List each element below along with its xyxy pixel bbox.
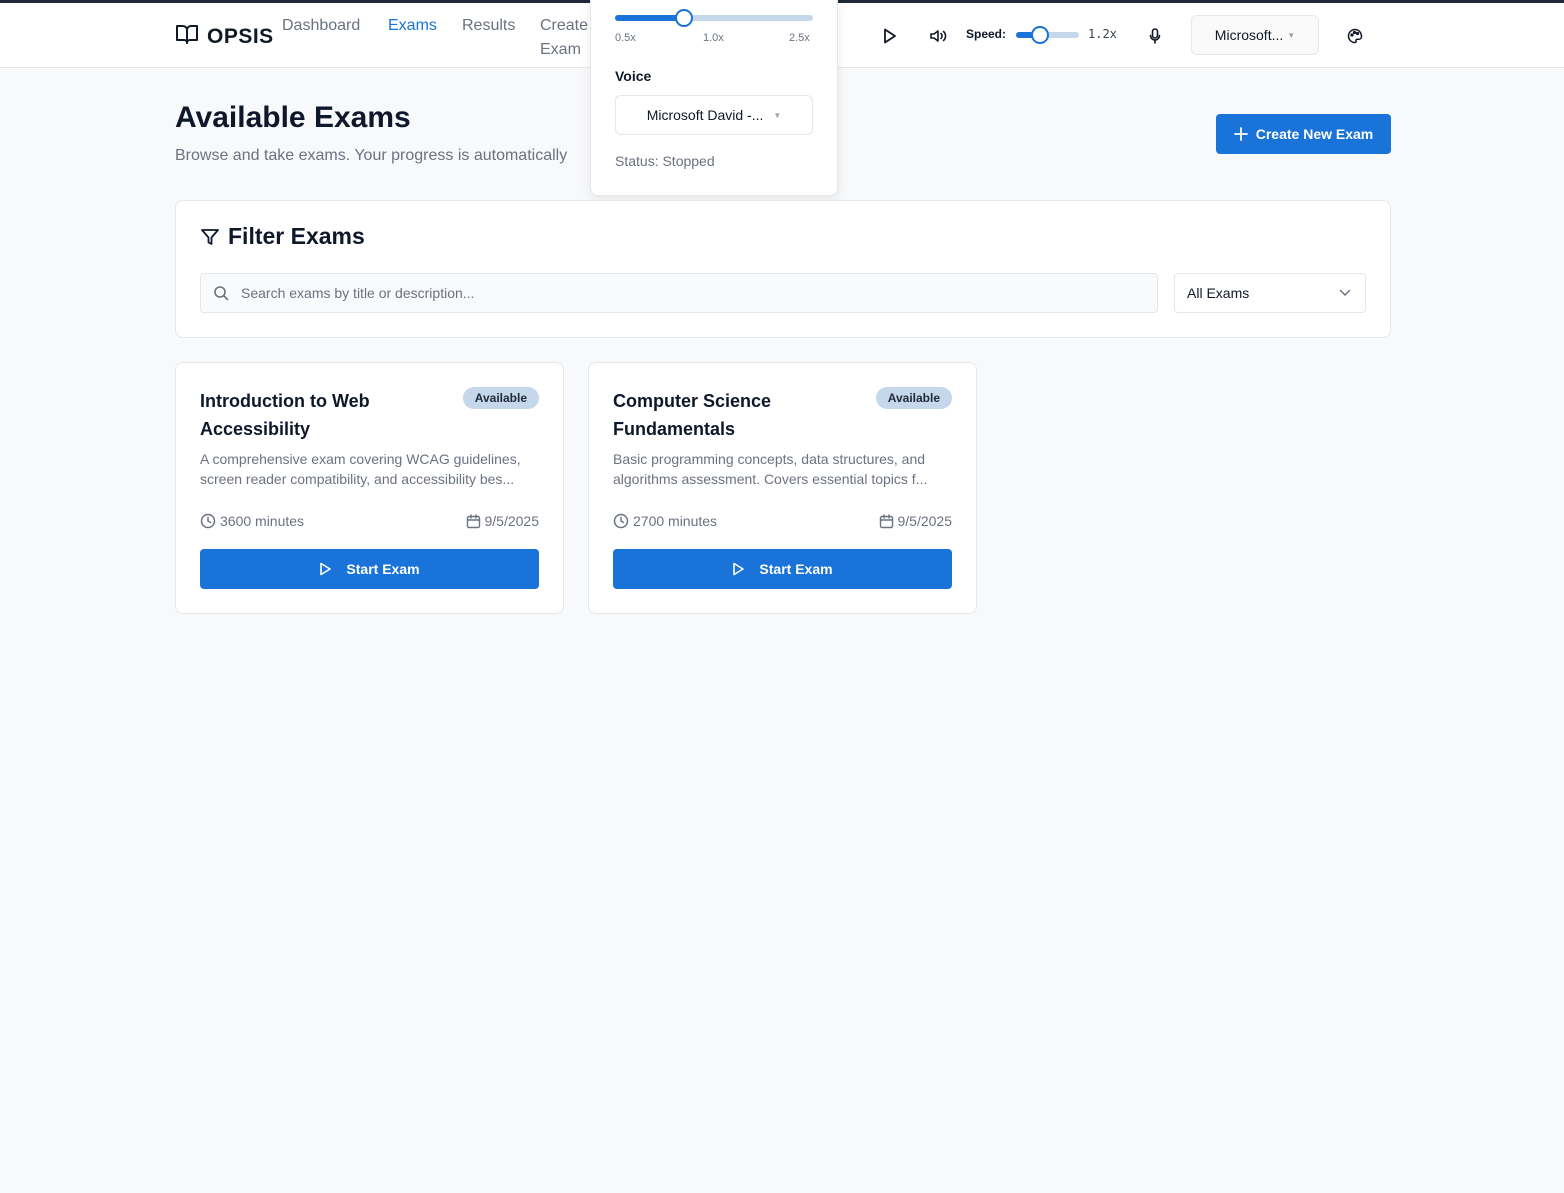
nav-results[interactable]: Results bbox=[462, 14, 515, 38]
speed-slider-thumb[interactable] bbox=[1031, 26, 1049, 44]
exam-status-select-value: All Exams bbox=[1187, 285, 1250, 301]
logo[interactable]: OPSIS bbox=[175, 23, 274, 50]
rate-tick-mid: 1.0x bbox=[703, 32, 724, 44]
search-input[interactable] bbox=[241, 285, 1121, 301]
rate-tick-min: 0.5x bbox=[615, 32, 636, 44]
filter-title-text: Filter Exams bbox=[228, 223, 365, 249]
exam-date-text: 9/5/2025 bbox=[484, 513, 540, 529]
exam-date-text: 9/5/2025 bbox=[897, 513, 953, 529]
exam-description: A comprehensive exam covering WCAG guide… bbox=[200, 451, 521, 487]
voice-select[interactable]: Microsoft David -... ▼ bbox=[615, 95, 813, 135]
volume-icon bbox=[930, 30, 947, 42]
exam-card: Introduction to Web Accessibility Availa… bbox=[175, 362, 564, 614]
voice-label: Voice bbox=[615, 68, 652, 84]
play-icon bbox=[884, 28, 896, 44]
speed-label: Speed: bbox=[966, 27, 1007, 41]
microphone-button[interactable] bbox=[1142, 23, 1168, 49]
chevron-down-icon bbox=[1339, 289, 1351, 297]
theme-button[interactable] bbox=[1342, 23, 1368, 49]
exam-date: 9/5/2025 bbox=[466, 513, 540, 529]
exam-duration-text: 3600 minutes bbox=[220, 513, 305, 529]
exam-date: 9/5/2025 bbox=[879, 513, 953, 529]
rate-slider[interactable] bbox=[615, 9, 813, 27]
clock-icon bbox=[200, 513, 216, 529]
rate-slider-fill bbox=[615, 15, 684, 21]
nav-create-exam-line2: Exam bbox=[540, 41, 581, 58]
header-voice-select-value: Microsoft... bbox=[1214, 27, 1284, 43]
search-icon bbox=[214, 286, 229, 301]
clock-icon bbox=[613, 513, 629, 529]
palette-icon bbox=[1347, 28, 1363, 44]
chevron-down-icon: ▼ bbox=[1287, 30, 1296, 40]
start-exam-button[interactable]: Start Exam bbox=[613, 549, 952, 589]
exam-title: Computer Science Fundamentals bbox=[613, 391, 772, 439]
speed-slider[interactable] bbox=[1016, 26, 1079, 44]
exam-duration: 2700 minutes bbox=[613, 513, 717, 529]
filter-title: Filter Exams bbox=[200, 223, 365, 250]
start-exam-label: Start Exam bbox=[346, 561, 420, 577]
exam-title: Introduction to Web Accessibility bbox=[200, 391, 370, 439]
nav-dashboard[interactable]: Dashboard bbox=[282, 14, 360, 38]
status-badge: Available bbox=[462, 387, 539, 409]
speech-settings-popover: 0.5x 1.0x 2.5x Voice Microsoft David -..… bbox=[590, 0, 838, 196]
book-open-icon bbox=[175, 23, 199, 50]
logo-text: OPSIS bbox=[207, 24, 274, 48]
nav-create-exam-line1: Create bbox=[540, 17, 589, 34]
exam-card: Computer Science Fundamentals Available … bbox=[588, 362, 977, 614]
header-voice-select[interactable]: Microsoft... ▼ bbox=[1191, 15, 1319, 55]
search-box[interactable] bbox=[200, 273, 1158, 313]
filter-icon bbox=[201, 228, 219, 245]
play-icon bbox=[320, 562, 332, 576]
rate-slider-thumb[interactable] bbox=[675, 9, 693, 27]
page-subtitle: Browse and take exams. Your progress is … bbox=[175, 147, 568, 164]
chevron-down-icon: ▼ bbox=[773, 110, 782, 120]
speech-status: Status: Stopped bbox=[615, 153, 715, 169]
voice-select-value: Microsoft David -... bbox=[646, 107, 764, 123]
volume-button[interactable] bbox=[925, 23, 951, 49]
exam-status-select[interactable]: All Exams bbox=[1174, 273, 1366, 313]
create-new-exam-label: Create New Exam bbox=[1255, 126, 1374, 142]
exam-description: Basic programming concepts, data structu… bbox=[613, 451, 928, 487]
nav-create-exam[interactable]: Create Exam bbox=[540, 14, 588, 62]
rate-tick-max: 2.5x bbox=[789, 32, 810, 44]
create-new-exam-button[interactable]: Create New Exam bbox=[1216, 114, 1391, 154]
speed-value: 1.2x bbox=[1088, 27, 1117, 41]
page-title: Available Exams bbox=[175, 101, 411, 134]
exam-duration: 3600 minutes bbox=[200, 513, 304, 529]
plus-icon bbox=[1233, 127, 1248, 141]
start-exam-label: Start Exam bbox=[759, 561, 833, 577]
microphone-icon bbox=[1149, 28, 1161, 44]
exam-duration-text: 2700 minutes bbox=[633, 513, 718, 529]
status-badge: Available bbox=[875, 387, 952, 409]
play-button[interactable] bbox=[877, 23, 903, 49]
filter-card: Filter Exams All Exams bbox=[175, 200, 1391, 338]
calendar-icon bbox=[879, 513, 893, 528]
nav-exams[interactable]: Exams bbox=[388, 14, 437, 38]
start-exam-button[interactable]: Start Exam bbox=[200, 549, 539, 589]
calendar-icon bbox=[466, 513, 480, 528]
play-icon bbox=[733, 562, 745, 576]
